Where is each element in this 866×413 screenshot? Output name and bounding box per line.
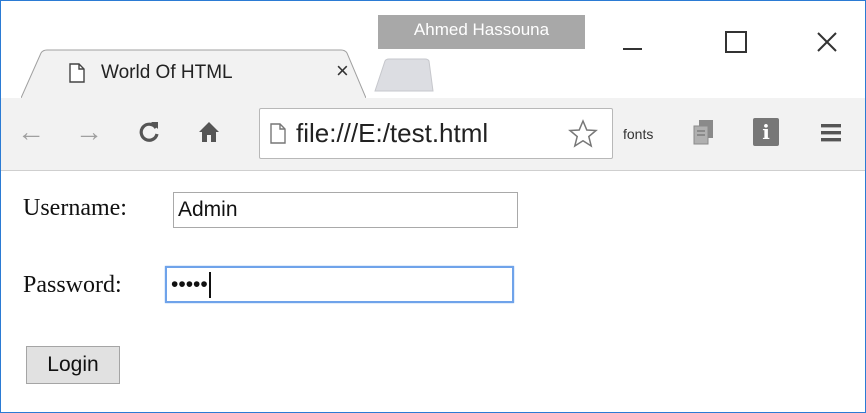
page-info-icon[interactable] <box>270 123 286 144</box>
copy-extension-icon[interactable] <box>691 118 717 146</box>
username-input[interactable]: Admin <box>173 192 518 228</box>
tab-strip: World Of HTML × <box>1 49 865 99</box>
back-arrow-icon: ← <box>17 116 45 147</box>
reload-icon <box>139 122 159 142</box>
login-button[interactable]: Login <box>26 346 120 384</box>
tab-world-of-html[interactable]: World Of HTML × <box>21 49 366 99</box>
menu-icon[interactable] <box>819 122 845 144</box>
text-caret <box>208 272 211 299</box>
username-value: Admin <box>178 198 238 221</box>
info-extension-icon[interactable]: i <box>753 118 779 146</box>
home-icon <box>199 122 219 142</box>
forward-button[interactable]: → <box>71 114 107 150</box>
reload-button[interactable] <box>131 114 167 150</box>
browser-window: Ahmed Hassouna World Of HTML × ← → file:… <box>0 0 866 413</box>
forward-arrow-icon: → <box>75 116 103 147</box>
fonts-extension-button[interactable]: fonts <box>623 126 653 142</box>
username-label: Username: <box>23 195 127 221</box>
profile-badge[interactable]: Ahmed Hassouna <box>378 15 585 49</box>
browser-toolbar: ← → file:///E:/test.html fonts i <box>1 98 865 171</box>
url-text[interactable]: file:///E:/test.html <box>296 118 488 149</box>
page-content: Username: Admin Password: ••••• Login <box>1 171 865 412</box>
page-icon <box>69 63 85 83</box>
new-tab-button[interactable] <box>373 57 435 93</box>
home-button[interactable] <box>191 114 227 150</box>
tab-title: World Of HTML <box>101 62 233 83</box>
tab-close-icon[interactable]: × <box>336 60 349 82</box>
back-button[interactable]: ← <box>13 114 49 150</box>
bookmark-star-icon[interactable] <box>568 119 598 149</box>
address-bar[interactable]: file:///E:/test.html <box>259 108 613 159</box>
title-bar: Ahmed Hassouna World Of HTML × <box>1 1 865 99</box>
password-input[interactable]: ••••• <box>165 266 514 303</box>
password-mask: ••••• <box>171 273 208 296</box>
password-label: Password: <box>23 272 122 298</box>
